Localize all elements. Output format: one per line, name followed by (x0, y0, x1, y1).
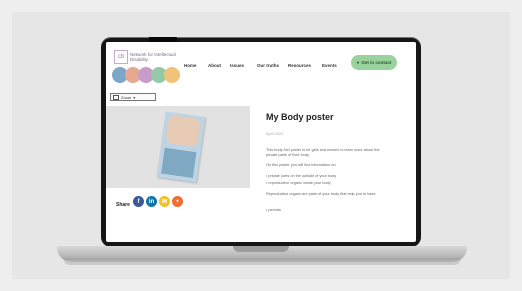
contact-button[interactable]: ● Get in contact (351, 55, 397, 70)
stage: cb Network for Intellectual Disability H… (0, 0, 522, 291)
site-name[interactable]: Network for Intellectual Disability (130, 52, 190, 62)
share-label: Share (116, 202, 130, 208)
laptop-screen: cb Network for Intellectual Disability H… (106, 42, 416, 242)
list-item: • periods (266, 208, 281, 212)
nav-events[interactable]: Events (322, 63, 337, 68)
poster-band (161, 147, 197, 178)
logo-arches (112, 67, 182, 83)
page-title: My Body poster (266, 112, 334, 122)
more-icon[interactable]: + (172, 196, 183, 207)
email-icon[interactable]: ✉ (159, 196, 170, 207)
laptop-shadow (64, 260, 460, 265)
nav-issues[interactable]: Issues (230, 63, 244, 68)
intro-paragraph: This body fold poster is for girls and w… (266, 148, 380, 157)
chevron-down-icon[interactable]: ▾ (133, 95, 135, 100)
list-item: • reproductive organs inside your body (266, 181, 331, 185)
info-paragraph: On this poster you will find information… (266, 163, 337, 167)
nav-resources[interactable]: Resources (288, 63, 311, 68)
linkedin-icon[interactable]: in (146, 196, 157, 207)
nav-home[interactable]: Home (184, 63, 197, 68)
poster-image[interactable] (156, 111, 206, 183)
publish-date: April 2024 (266, 132, 284, 136)
poster-illustration (165, 115, 202, 148)
nav-our-truths[interactable]: Our truths (257, 63, 279, 68)
zoom-toggle-icon[interactable] (113, 94, 119, 100)
organs-paragraph: Reproductive organs are parts of your bo… (266, 192, 377, 196)
poster-viewer (106, 106, 250, 188)
site-logo[interactable]: cb (114, 50, 128, 64)
nav-about[interactable]: About (208, 63, 221, 68)
facebook-icon[interactable]: f (133, 196, 144, 207)
arch (164, 67, 180, 83)
viewer-toolbar[interactable]: Zoom ▾ (110, 93, 156, 101)
contact-button-label: Get in contact (361, 60, 392, 65)
list-item: • private parts on the outside of your b… (266, 174, 337, 178)
laptop-groove (233, 246, 289, 252)
zoom-label: Zoom (121, 94, 132, 100)
site-header: cb Network for Intellectual Disability H… (106, 42, 416, 83)
person-icon: ● (356, 60, 360, 65)
share-icons: f in ✉ + (133, 196, 183, 207)
